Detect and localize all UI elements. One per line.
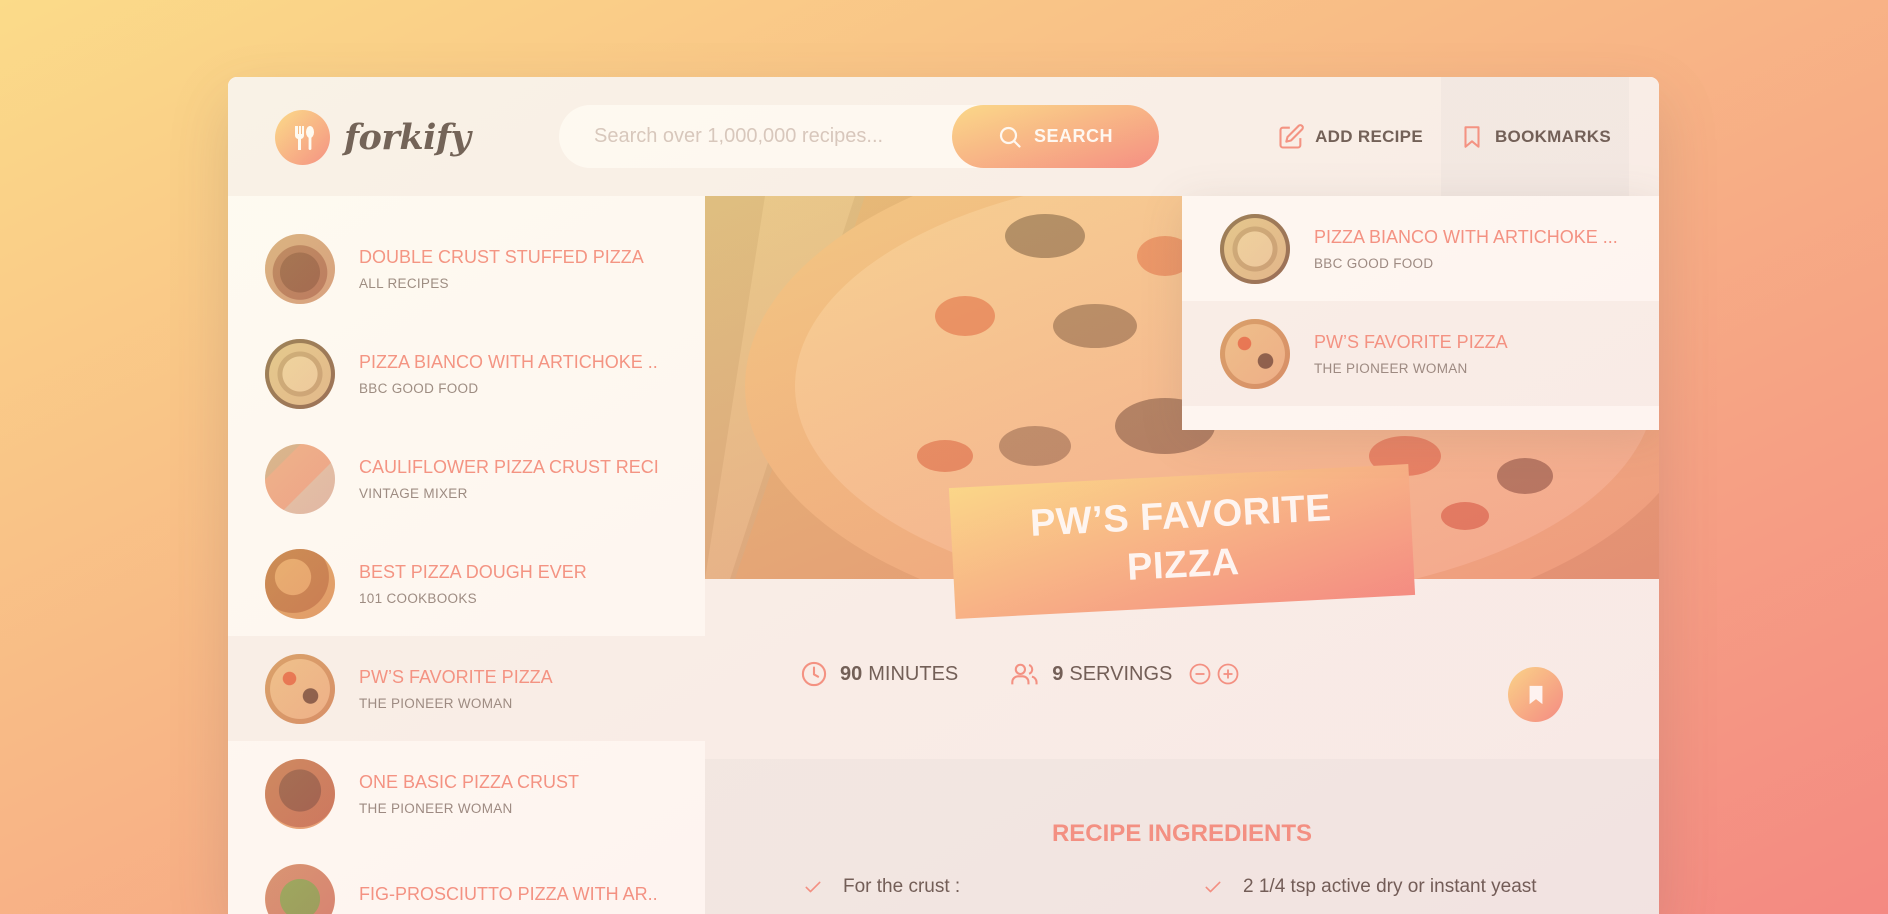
logo-text: forkify (344, 117, 471, 158)
result-publisher: THE PIONEER WOMAN (359, 695, 513, 711)
app-container: forkify SEARCH ADD RECIPE BOOKMARKS DOUB (228, 77, 1659, 914)
recipe-thumbnail (265, 863, 335, 914)
bookmark-item-active[interactable]: PW’S FAVORITE PIZZA THE PIONEER WOMAN (1182, 301, 1659, 406)
result-publisher: VINTAGE MIXER (359, 485, 468, 501)
bookmark-publisher: THE PIONEER WOMAN (1314, 360, 1468, 376)
add-recipe-button[interactable]: ADD RECIPE (1259, 77, 1441, 196)
edit-icon (1279, 123, 1304, 149)
result-item-active[interactable]: PW’S FAVORITE PIZZA THE PIONEER WOMAN (228, 636, 705, 741)
recipe-minutes: 90 (840, 662, 863, 685)
fork-spoon-icon (275, 110, 330, 165)
result-title: ONE BASIC PIZZA CRUST (359, 771, 580, 792)
result-title: BEST PIZZA DOUGH EVER (359, 561, 587, 582)
recipe-thumbnail (265, 443, 335, 514)
bookmarks-button[interactable]: BOOKMARKS (1440, 77, 1629, 196)
bookmarks-label: BOOKMARKS (1494, 126, 1611, 146)
ingredient-item: For the crust : (803, 876, 1203, 898)
bookmark-fill-icon (1529, 685, 1542, 704)
bookmark-item[interactable]: PIZZA BIANCO WITH ARTICHOKE ... BBC GOOD … (1182, 196, 1659, 301)
result-publisher: 101 COOKBOOKS (359, 590, 477, 606)
recipe-info-servings: 9 SERVINGS (1010, 660, 1240, 688)
bookmarks-panel: PIZZA BIANCO WITH ARTICHOKE ... BBC GOOD … (1182, 196, 1659, 430)
check-icon (805, 881, 821, 893)
result-item[interactable]: CAULIFLOWER PIZZA CRUST RECI... VINTAGE M… (228, 426, 705, 531)
header: forkify SEARCH ADD RECIPE BOOKMARKS (228, 77, 1659, 196)
ingredient-list: For the crust : 2 1/4 tsp active dry or … (705, 876, 1659, 898)
users-icon (1011, 663, 1038, 685)
bookmark-publisher: BBC GOOD FOOD (1314, 255, 1434, 271)
search-icon (999, 126, 1021, 148)
recipe-minutes-label: MINUTES (868, 662, 959, 685)
result-publisher: ALL RECIPES (359, 275, 449, 291)
recipe-thumbnail (265, 233, 335, 304)
bookmark-icon (1464, 125, 1480, 148)
search-button-label: SEARCH (1033, 126, 1113, 146)
recipe-thumbnail (265, 653, 335, 724)
result-title: PW’S FAVORITE PIZZA (359, 666, 553, 687)
search-button[interactable]: SEARCH (952, 105, 1159, 168)
result-title: FIG-PROSCIUTTO PIZZA WITH AR... (359, 884, 659, 904)
recipe-thumbnail (265, 548, 335, 619)
recipe-info-time: 90 MINUTES (800, 660, 958, 688)
recipe-thumbnail (1220, 213, 1290, 284)
recipe-ingredients: RECIPE INGREDIENTS For the crust : 2 1/4… (705, 759, 1659, 914)
ingredient-item: 2 1/4 tsp active dry or instant yeast (1203, 876, 1603, 898)
result-item[interactable]: FIG-PROSCIUTTO PIZZA WITH AR... (228, 846, 705, 914)
logo[interactable]: forkify (275, 110, 471, 165)
ingredient-text: 2 1/4 tsp active dry or instant yeast (1243, 876, 1537, 897)
search-form: SEARCH (559, 105, 1159, 168)
clock-icon (801, 661, 827, 687)
minus-circle-icon[interactable] (1188, 662, 1212, 686)
plus-circle-icon[interactable] (1216, 662, 1240, 686)
add-recipe-label: ADD RECIPE (1315, 126, 1423, 146)
result-item[interactable]: ONE BASIC PIZZA CRUST THE PIONEER WOMAN (228, 741, 705, 846)
check-icon (1205, 881, 1221, 893)
recipe-thumbnail (265, 338, 335, 409)
recipe-servings: 9 (1052, 662, 1064, 685)
result-item[interactable]: PIZZA BIANCO WITH ARTICHOKE ... BBC GOOD … (228, 321, 705, 426)
recipe-thumbnail (1220, 318, 1290, 389)
ingredients-heading: RECIPE INGREDIENTS (1051, 820, 1313, 847)
result-item[interactable]: DOUBLE CRUST STUFFED PIZZA ALL RECIPES (228, 216, 705, 321)
result-item[interactable]: BEST PIZZA DOUGH EVER 101 COOKBOOKS (228, 531, 705, 636)
result-title: PIZZA BIANCO WITH ARTICHOKE ... (359, 351, 659, 372)
ingredient-text: For the crust : (843, 876, 961, 897)
bookmark-title: PIZZA BIANCO WITH ARTICHOKE ... (1314, 226, 1618, 247)
recipe-thumbnail (265, 758, 335, 829)
bookmark-recipe-button[interactable] (1508, 667, 1563, 722)
result-publisher: BBC GOOD FOOD (359, 380, 479, 396)
search-results: DOUBLE CRUST STUFFED PIZZA ALL RECIPES PI… (228, 196, 705, 914)
servings-controls (1188, 662, 1240, 686)
result-publisher: THE PIONEER WOMAN (359, 800, 513, 816)
nav: ADD RECIPE BOOKMARKS (1259, 77, 1629, 196)
result-title: CAULIFLOWER PIZZA CRUST RECI... (359, 456, 659, 477)
result-title: DOUBLE CRUST STUFFED PIZZA (359, 246, 644, 267)
bookmark-title: PW’S FAVORITE PIZZA (1314, 331, 1508, 352)
recipe-details: 90 MINUTES 9 SERVINGS (705, 579, 1659, 759)
recipe-servings-label: SERVINGS (1069, 662, 1173, 685)
search-input[interactable] (594, 125, 934, 148)
